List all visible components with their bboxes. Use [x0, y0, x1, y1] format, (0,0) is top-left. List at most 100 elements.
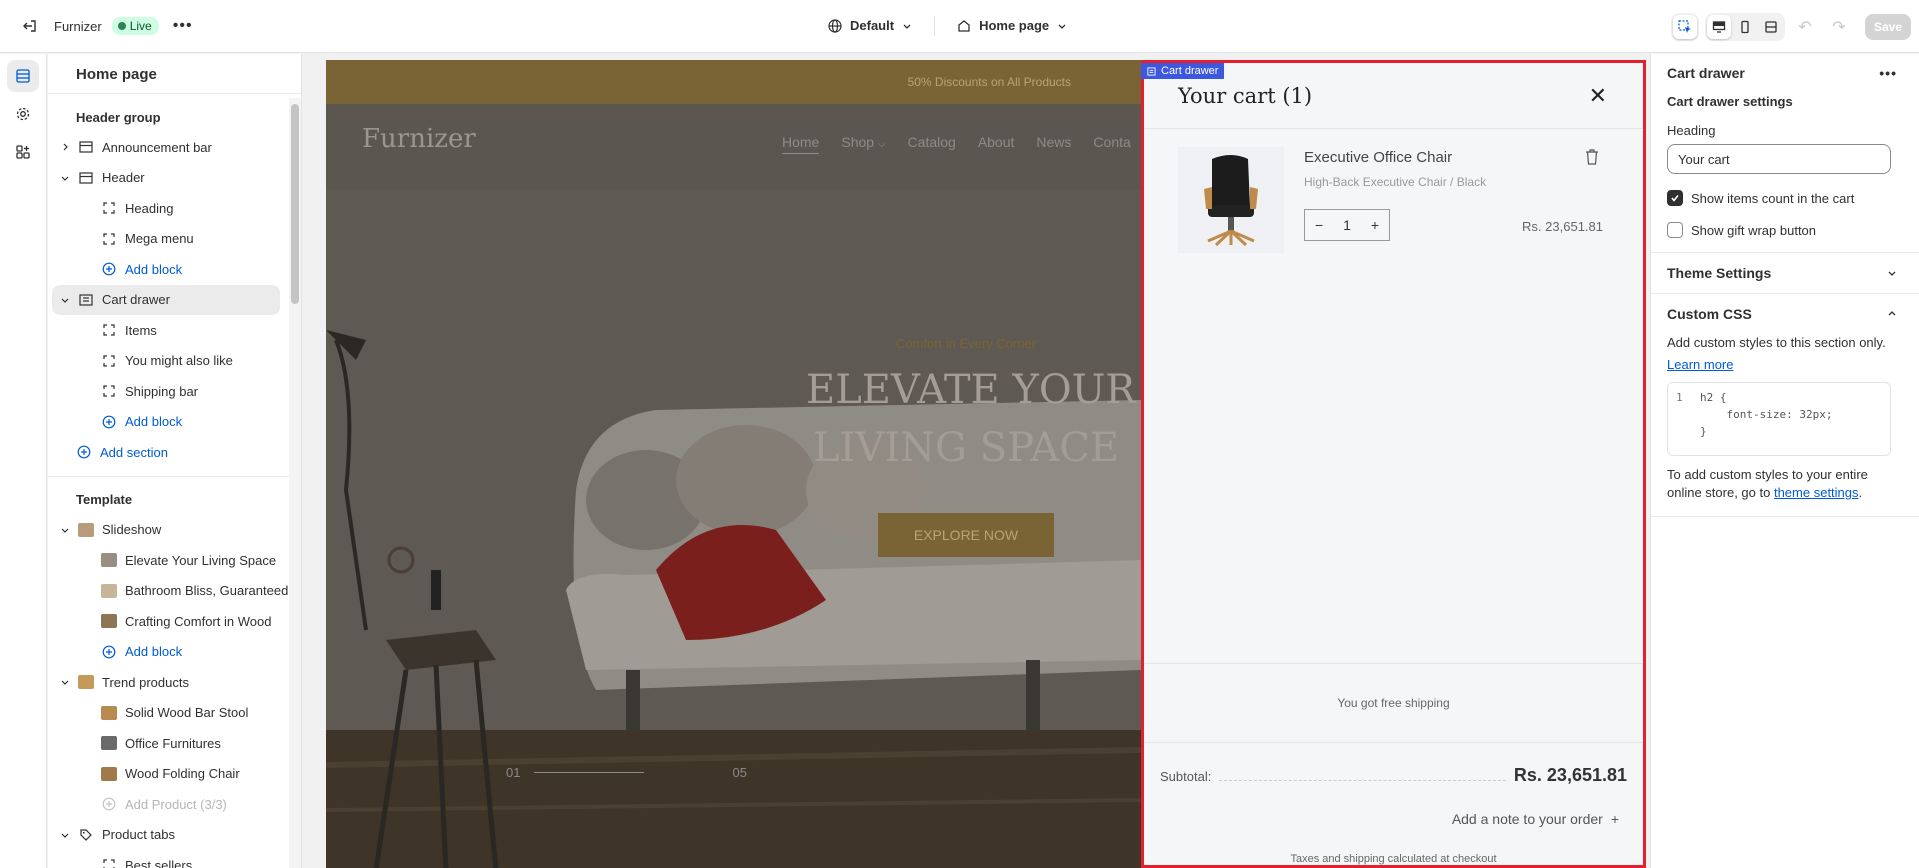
- add-block-button[interactable]: Add block: [48, 637, 290, 668]
- globe-icon: [828, 18, 842, 33]
- header-group-label: Header group: [76, 109, 161, 125]
- cart-drawer[interactable]: Your cart (1) ✕ Executive Office Chair H…: [1141, 60, 1646, 868]
- quantity-value[interactable]: 1: [1343, 217, 1351, 233]
- sidebar-item-you-might-also-like[interactable]: You might also like: [48, 346, 290, 377]
- sidebar-item-mega-menu[interactable]: Mega menu: [48, 224, 290, 255]
- redo-icon[interactable]: ↷: [1825, 13, 1853, 41]
- sections-icon[interactable]: [7, 60, 39, 92]
- sidebar-item-slideshow[interactable]: Slideshow: [48, 515, 290, 546]
- chevron-right-icon[interactable]: [58, 140, 72, 154]
- nav-link[interactable]: Catalog: [908, 134, 956, 154]
- sidebar-item-label: Announcement bar: [102, 139, 212, 155]
- more-actions-icon[interactable]: •••: [169, 12, 197, 40]
- learn-more-link[interactable]: Learn more: [1667, 357, 1733, 372]
- store-logo[interactable]: Furnizer: [362, 124, 476, 154]
- store-header[interactable]: Furnizer Home Shop ⌵ Catalog About News …: [362, 124, 1142, 154]
- more-actions-icon[interactable]: •••: [1879, 65, 1897, 81]
- desktop-icon[interactable]: [1706, 15, 1731, 39]
- exit-icon[interactable]: [16, 12, 44, 40]
- sidebar-scrollbar[interactable]: [289, 98, 301, 868]
- divider: [1651, 516, 1919, 517]
- section-icon: [78, 170, 94, 186]
- announcement-bar[interactable]: 50% Discounts on All Products: [326, 60, 1141, 104]
- add-block-button[interactable]: Add block: [48, 407, 290, 438]
- sidebar-item-slide[interactable]: Elevate Your Living Space: [48, 545, 290, 576]
- show-count-checkbox[interactable]: [1667, 190, 1683, 206]
- settings-panel: Cart drawer ••• Cart drawer settings Hea…: [1650, 54, 1919, 868]
- theme-settings-link[interactable]: theme settings: [1774, 485, 1859, 500]
- custom-css-accordion[interactable]: Custom CSS: [1651, 294, 1919, 334]
- cart-drawer-tag[interactable]: Cart drawer: [1141, 63, 1225, 79]
- sidebar-item-product-tabs[interactable]: Product tabs: [48, 820, 290, 851]
- drawer-icon: [78, 292, 94, 308]
- css-desc-bold: this section only.: [1790, 335, 1886, 350]
- chevron-down-icon[interactable]: [58, 171, 72, 185]
- sidebar-item-product[interactable]: Solid Wood Bar Stool: [48, 698, 290, 729]
- inspector-icon[interactable]: [1672, 15, 1697, 39]
- sidebar-item-product[interactable]: Wood Folding Chair: [48, 759, 290, 790]
- sidebar-item-header[interactable]: Header: [48, 163, 290, 194]
- divider: [1219, 780, 1506, 781]
- sidebar-item-best-sellers[interactable]: Best sellers: [48, 850, 290, 868]
- settings-header: Cart drawer •••: [1651, 54, 1919, 84]
- sidebar-item-cart-drawer[interactable]: Cart drawer: [52, 284, 280, 315]
- divider: [48, 475, 290, 477]
- home-icon: [958, 19, 970, 32]
- css-code-editor[interactable]: 1 h2 { font-size: 32px; }: [1667, 382, 1891, 456]
- sidebar-item-slide[interactable]: Crafting Comfort in Wood: [48, 606, 290, 637]
- show-count-row[interactable]: Show items count in the cart: [1667, 190, 1903, 206]
- close-icon[interactable]: ✕: [1589, 83, 1607, 109]
- chevron-down-icon[interactable]: [58, 828, 72, 842]
- section-heading: Cart drawer settings: [1667, 94, 1793, 109]
- add-block-button[interactable]: Add block: [48, 254, 290, 285]
- sidebar-item-items[interactable]: Items: [48, 315, 290, 346]
- save-button[interactable]: Save: [1864, 14, 1911, 40]
- nav-link[interactable]: News: [1036, 134, 1071, 154]
- theme-selector[interactable]: Default: [820, 14, 920, 37]
- slideshow-thumbnail: [78, 522, 94, 537]
- fullwidth-icon[interactable]: [1759, 15, 1783, 39]
- store-nav: Home Shop ⌵ Catalog About News Conta: [782, 134, 1131, 154]
- sidebar-item-label: Elevate Your Living Space: [125, 552, 277, 568]
- nav-link[interactable]: About: [978, 134, 1015, 154]
- sidebar-item-announcement-bar[interactable]: Announcement bar: [48, 132, 290, 163]
- gear-icon[interactable]: [7, 98, 39, 130]
- plus-icon[interactable]: +: [1371, 217, 1379, 233]
- sidebar-item-label: Cart drawer: [102, 292, 170, 308]
- minus-icon[interactable]: −: [1315, 217, 1323, 233]
- add-product-label: Add Product (3/3): [125, 796, 227, 812]
- undo-icon[interactable]: ↶: [1791, 13, 1819, 41]
- plus-circle-icon: [101, 796, 117, 812]
- sidebar-item-slide[interactable]: Bathroom Bliss, Guaranteed: [48, 576, 290, 607]
- mobile-icon[interactable]: [1733, 15, 1757, 39]
- settings-title: Cart drawer: [1667, 65, 1745, 81]
- product-image[interactable]: [1178, 147, 1284, 253]
- theme-settings-accordion[interactable]: Theme Settings: [1651, 253, 1919, 293]
- heading-input[interactable]: [1667, 144, 1891, 174]
- apps-icon[interactable]: [7, 136, 39, 168]
- nav-link[interactable]: Shop ⌵: [841, 134, 885, 154]
- nav-link[interactable]: Conta: [1093, 134, 1130, 154]
- product-name[interactable]: Executive Office Chair: [1304, 149, 1452, 166]
- sidebar-item-label: Bathroom Bliss, Guaranteed: [125, 583, 289, 599]
- chevron-down-icon[interactable]: [58, 293, 72, 307]
- gift-wrap-checkbox[interactable]: [1667, 222, 1683, 238]
- sidebar-item-shipping-bar[interactable]: Shipping bar: [48, 376, 290, 407]
- explore-now-button[interactable]: EXPLORE NOW: [877, 513, 1055, 557]
- sidebar-item-heading[interactable]: Heading: [48, 193, 290, 224]
- chevron-down-icon[interactable]: [58, 523, 72, 537]
- trash-icon[interactable]: [1585, 149, 1599, 170]
- topbar-right: ↶ ↷ Save: [1670, 13, 1911, 41]
- add-note-button[interactable]: Add a note to your order +: [1452, 811, 1619, 827]
- css-code[interactable]: h2 { font-size: 32px; }: [1700, 389, 1882, 440]
- cart-title: Your cart (1): [1178, 83, 1313, 108]
- sidebar-item-label: Items: [125, 322, 157, 338]
- scrollbar-thumb[interactable]: [291, 104, 299, 304]
- add-section-button[interactable]: Add section: [48, 437, 290, 468]
- gift-wrap-row[interactable]: Show gift wrap button: [1667, 222, 1903, 238]
- sidebar-item-trend-products[interactable]: Trend products: [48, 667, 290, 698]
- chevron-down-icon[interactable]: [58, 675, 72, 689]
- nav-link[interactable]: Home: [782, 134, 820, 154]
- page-selector[interactable]: Home page: [949, 14, 1075, 37]
- sidebar-item-product[interactable]: Office Furnitures: [48, 728, 290, 759]
